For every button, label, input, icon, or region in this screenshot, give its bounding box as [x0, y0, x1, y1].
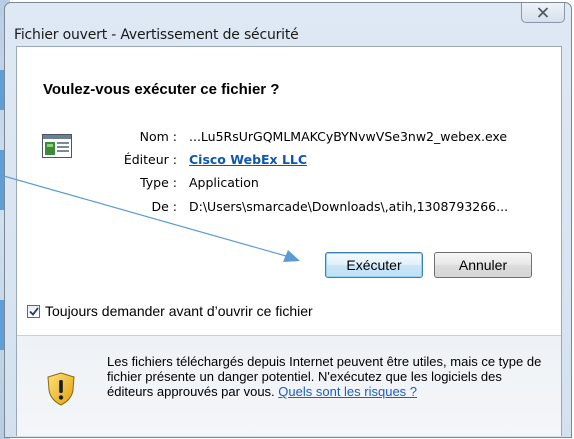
source-path-value: D:\Users\smarcade\Downloads\,atih,130879… [189, 199, 509, 214]
file-name-value: ...Lu5RsUrGQMLMAKCyBYNvwVSe3nw2_webex.ex… [189, 129, 508, 144]
cancel-button[interactable]: Annuler [434, 252, 532, 278]
always-ask-option[interactable]: Toujours demander avant d’ouvrir ce fich… [27, 302, 313, 320]
run-button[interactable]: Exécuter [325, 252, 423, 278]
title-bar[interactable]: Fichier ouvert - Avertissement de sécuri… [5, 3, 571, 43]
warning-panel: Les fichiers téléchargés depuis Internet… [17, 336, 561, 436]
publisher-label: Éditeur : [123, 152, 177, 167]
warning-shield-icon [47, 372, 75, 406]
checkmark-icon [28, 306, 39, 316]
name-label: Nom : [139, 129, 177, 144]
publisher-link[interactable]: Cisco WebEx LLC [189, 152, 307, 167]
close-icon [537, 7, 549, 18]
dialog-question: Voulez-vous exécuter ce fichier ? [43, 81, 280, 98]
window-title: Fichier ouvert - Avertissement de sécuri… [14, 27, 299, 43]
risks-link[interactable]: Quels sont les risques ? [278, 384, 417, 399]
screenshot: Fichier ouvert - Avertissement de sécuri… [0, 0, 574, 439]
warning-message: Les fichiers téléchargés depuis Internet… [107, 354, 547, 399]
always-ask-checkbox[interactable] [27, 304, 40, 318]
type-label: Type : [140, 175, 177, 190]
always-ask-label: Toujours demander avant d’ouvrir ce fich… [45, 303, 313, 319]
source-label: De : [151, 199, 177, 214]
security-warning-dialog: Fichier ouvert - Avertissement de sécuri… [4, 2, 572, 438]
type-value: Application [189, 175, 259, 190]
close-button[interactable] [521, 3, 565, 23]
dialog-content: Voulez-vous exécuter ce fichier ? Nom : … [16, 46, 562, 436]
